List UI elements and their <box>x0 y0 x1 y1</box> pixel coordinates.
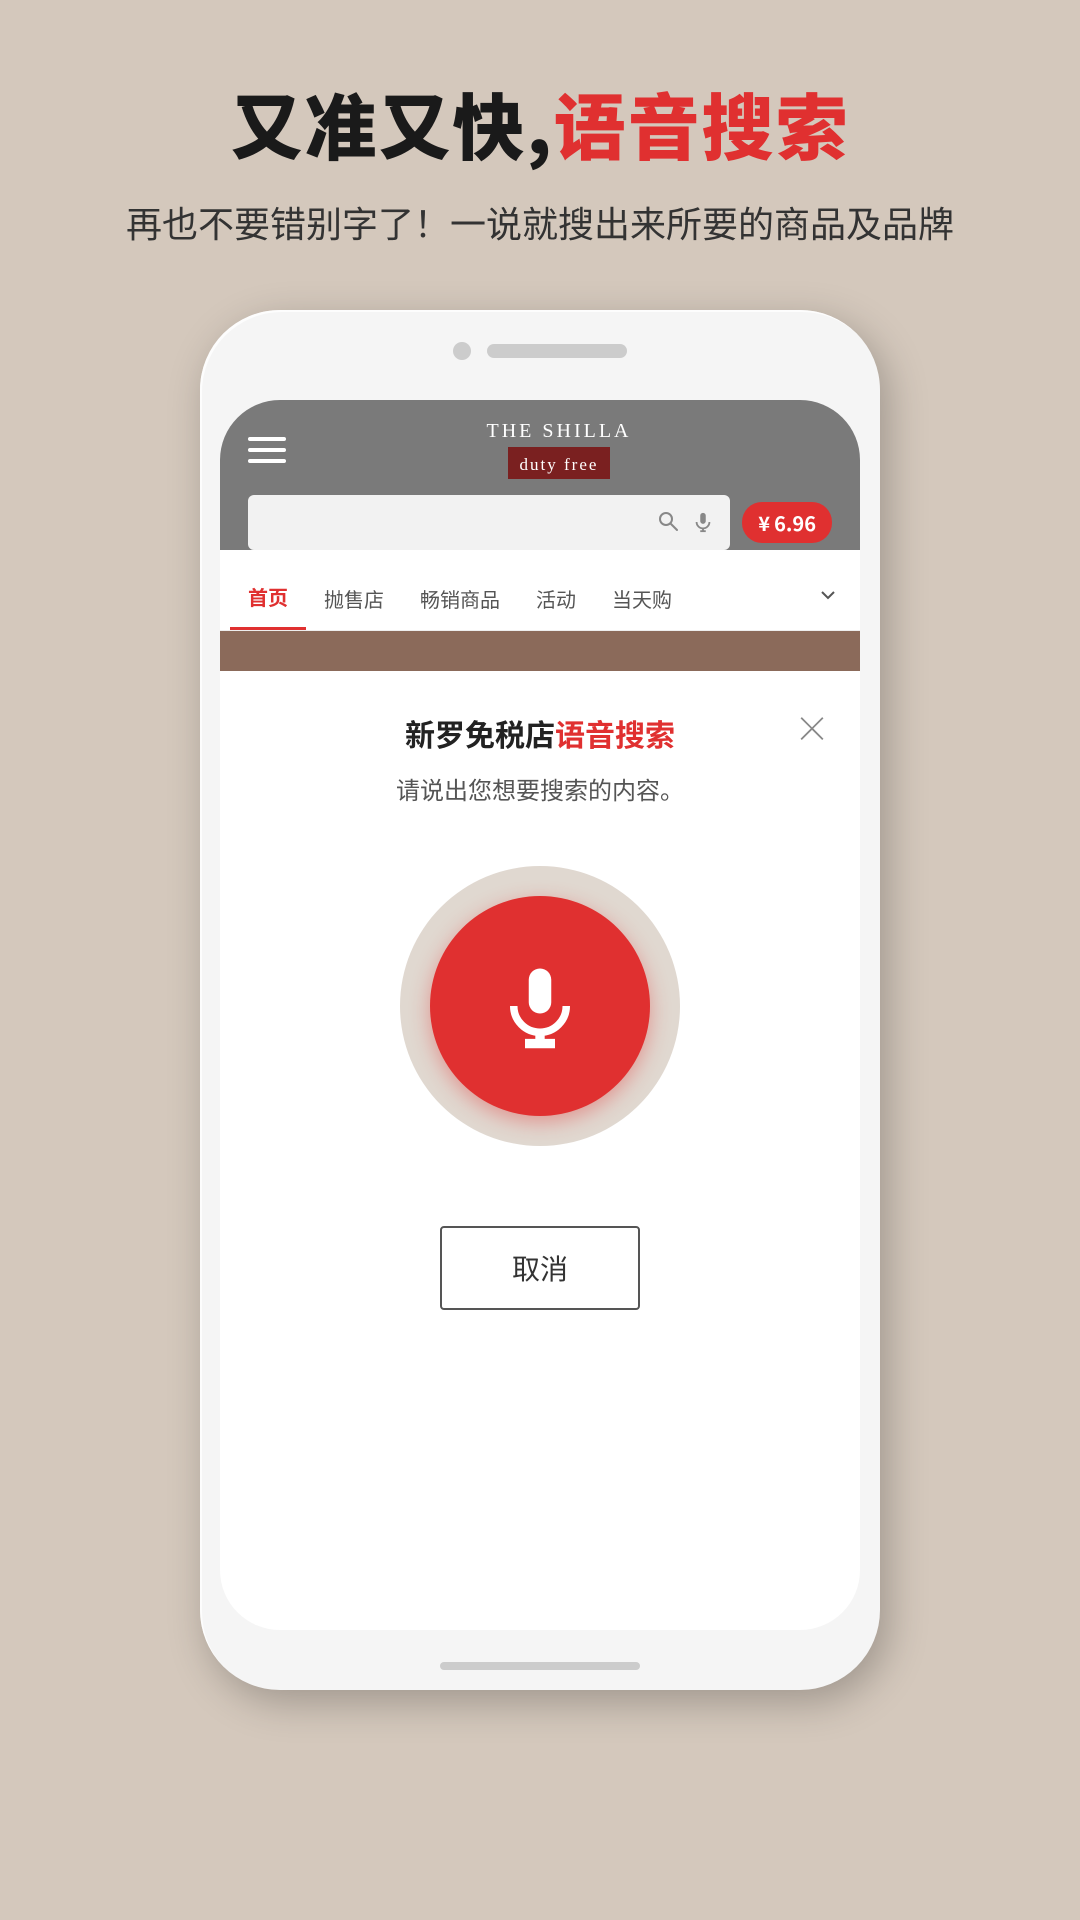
logo-area: The Shilla duty free <box>487 420 632 479</box>
nav-tab-outlet[interactable]: 抛售店 <box>306 568 402 629</box>
hamburger-line3 <box>248 459 286 463</box>
popup-title-red: 语音搜索 <box>555 711 675 755</box>
voice-search-popup: × 新罗免税店语音搜索 请说出您想要搜索的内容。 <box>220 671 860 1310</box>
nav-tab-more[interactable] <box>806 566 850 630</box>
phone-mockup: The Shilla duty free <box>200 310 880 1690</box>
cart-currency: ¥ <box>758 508 770 537</box>
mic-button[interactable] <box>430 896 650 1116</box>
popup-title: 新罗免税店语音搜索 <box>405 711 675 755</box>
phone-top-bar <box>453 342 627 360</box>
headline: 又准又快,语音搜索 <box>0 80 1080 166</box>
phone-camera <box>453 342 471 360</box>
popup-title-black: 新罗免税店 <box>405 711 555 755</box>
hamburger-line2 <box>248 448 286 452</box>
logo-subtitle-box: duty free <box>508 447 611 479</box>
nav-tabs: 首页 抛售店 畅销商品 活动 当天购 <box>220 566 860 631</box>
cancel-button[interactable]: 取消 <box>440 1226 640 1310</box>
headline-red: 语音搜索 <box>554 70 850 175</box>
popup-subtitle: 请说出您想要搜索的内容。 <box>396 771 684 806</box>
logo-title: The Shilla <box>487 420 632 443</box>
headline-black: 又准又快, <box>230 70 553 175</box>
close-button[interactable]: × <box>794 701 830 753</box>
nav-tab-home[interactable]: 首页 <box>230 566 306 630</box>
image-strip <box>220 631 860 671</box>
app-header: The Shilla duty free <box>220 400 860 550</box>
cart-value: 6.96 <box>774 508 816 537</box>
phone-screen: The Shilla duty free <box>220 400 860 1630</box>
app-header-top: The Shilla duty free <box>248 420 832 495</box>
phone-home-indicator <box>440 1662 640 1670</box>
nav-tab-today[interactable]: 当天购 <box>594 568 690 629</box>
mic-outer-ring <box>400 866 680 1146</box>
top-section: 又准又快,语音搜索 再也不要错别字了！一说就搜出来所要的商品及品牌 <box>0 0 1080 288</box>
mic-icon-header[interactable] <box>692 505 714 540</box>
search-icon <box>656 505 680 540</box>
phone-outer: The Shilla duty free <box>200 310 880 1690</box>
nav-tab-bestseller[interactable]: 畅销商品 <box>402 568 518 629</box>
mic-icon <box>495 961 585 1051</box>
logo-subtitle-text: duty free <box>520 455 599 474</box>
page-background: 又准又快,语音搜索 再也不要错别字了！一说就搜出来所要的商品及品牌 <box>0 0 1080 1920</box>
hamburger-line1 <box>248 437 286 441</box>
subheadline: 再也不要错别字了！一说就搜出来所要的商品及品牌 <box>0 196 1080 248</box>
phone-speaker <box>487 344 627 358</box>
cart-badge[interactable]: ¥ 6.96 <box>742 502 832 543</box>
search-bar[interactable] <box>248 495 730 550</box>
search-input[interactable] <box>264 509 644 537</box>
nav-tab-events[interactable]: 活动 <box>518 568 594 629</box>
hamburger-menu[interactable] <box>248 437 286 463</box>
